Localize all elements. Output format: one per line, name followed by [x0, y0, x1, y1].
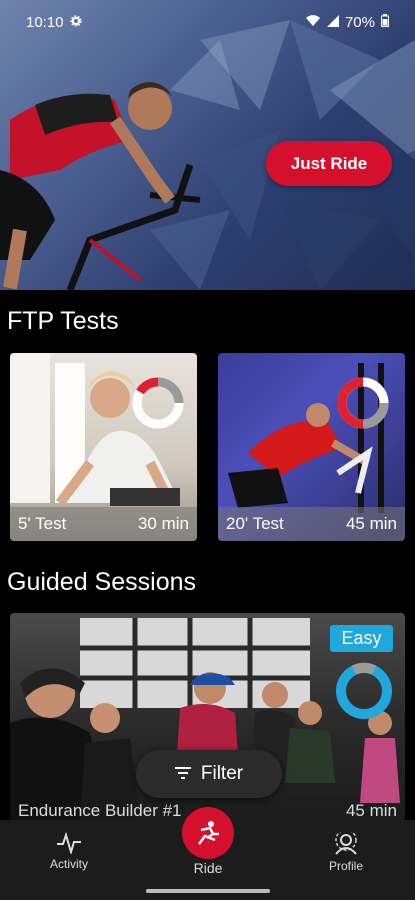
home-indicator[interactable]: [146, 889, 270, 893]
ftp-card-20-test[interactable]: 20' Test 45 min: [218, 353, 405, 541]
nav-label-ride: Ride: [193, 860, 223, 876]
battery-icon: [381, 13, 389, 31]
status-time: 10:10: [26, 13, 64, 31]
ftp-card-footer: 5' Test 30 min: [10, 507, 197, 541]
settings-icon: [69, 14, 82, 31]
signal-icon: [326, 14, 339, 31]
ftp-card-5-test[interactable]: 5' Test 30 min: [10, 353, 197, 541]
guided-sessions-title: Guided Sessions: [7, 568, 197, 596]
difficulty-badge: Easy: [330, 625, 393, 652]
ftp-card-name: 5' Test: [18, 514, 67, 533]
ride-button[interactable]: [182, 807, 234, 859]
intensity-donut-icon: [132, 377, 184, 429]
filter-label: Filter: [200, 763, 244, 784]
nav-item-activity[interactable]: Activity: [29, 831, 109, 871]
wifi-icon: [305, 14, 321, 31]
ftp-card-name: 20' Test: [226, 514, 284, 533]
nav-item-profile[interactable]: Profile: [306, 829, 386, 873]
cyclist-image: [0, 82, 201, 290]
nav-label-profile: Profile: [328, 859, 363, 873]
profile-icon: [335, 829, 357, 855]
intensity-donut-icon: [337, 377, 389, 429]
ftp-card-duration: 45 min: [345, 514, 397, 533]
ftp-card-footer: 20' Test 45 min: [218, 507, 405, 541]
intensity-donut-icon: [336, 662, 392, 719]
filter-button[interactable]: Filter: [136, 750, 282, 798]
guided-card-duration: 45 min: [345, 801, 397, 820]
nav-label-activity: Activity: [49, 857, 88, 871]
battery-percent: 70%: [344, 13, 375, 31]
ftp-card-duration: 30 min: [137, 514, 189, 533]
just-ride-button[interactable]: Just Ride: [266, 141, 392, 186]
status-bar: 10:10 70%: [0, 0, 415, 44]
cyclist-icon: [198, 821, 219, 845]
guided-card-name: Endurance Builder #1: [18, 801, 182, 820]
filter-icon: [174, 763, 191, 785]
activity-icon: [57, 831, 81, 856]
ftp-tests-title: FTP Tests: [7, 307, 119, 335]
